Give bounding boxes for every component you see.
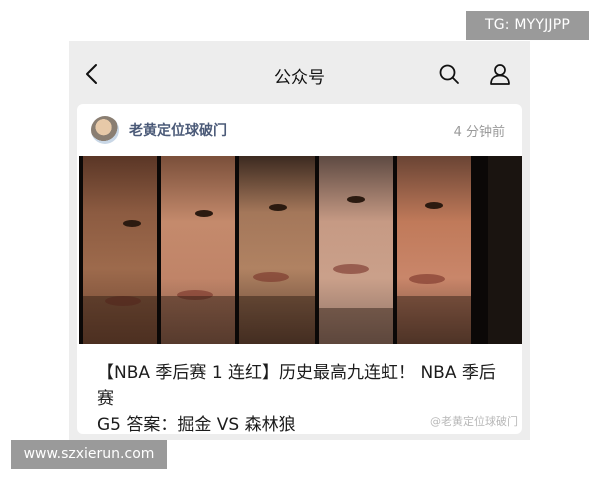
post-timestamp: 4 分钟前 [453,125,505,140]
article-card[interactable]: 老黄定位球破门 4 分钟前 【NBA 季后赛 1 连红】历史最高九连虹！ NBA… [77,104,522,435]
account-name[interactable]: 老黄定位球破门 [129,120,227,140]
account-avatar[interactable] [91,116,119,144]
top-nav-bar: 公众号 [69,41,530,105]
cover-face-strip [239,156,315,344]
profile-button[interactable] [488,62,512,86]
wechat-screen: 公众号 老黄定位球破门 4 分钟前 【NBA 季后赛 1 连红】历史最高九连虹！… [69,41,530,440]
search-button[interactable] [438,63,460,85]
cover-divider [471,156,488,344]
cover-face-strip [397,156,471,344]
site-watermark-badge: www.szxierun.com [11,440,167,469]
tg-watermark-badge: TG: MYYJJPP [466,11,589,40]
image-watermark: @老黄定位球破门 [430,415,518,428]
cover-face-strip [83,156,157,344]
user-icon [490,64,510,85]
cover-face-strip [319,156,393,344]
cover-face-strip [161,156,235,344]
headline-line-1: 【NBA 季后赛 1 连红】历史最高九连虹！ NBA 季后赛 [97,363,496,409]
page-title: 公众号 [274,68,325,88]
search-icon [439,64,459,84]
article-card-header: 老黄定位球破门 4 分钟前 [77,104,522,156]
article-cover-image[interactable] [79,156,522,344]
